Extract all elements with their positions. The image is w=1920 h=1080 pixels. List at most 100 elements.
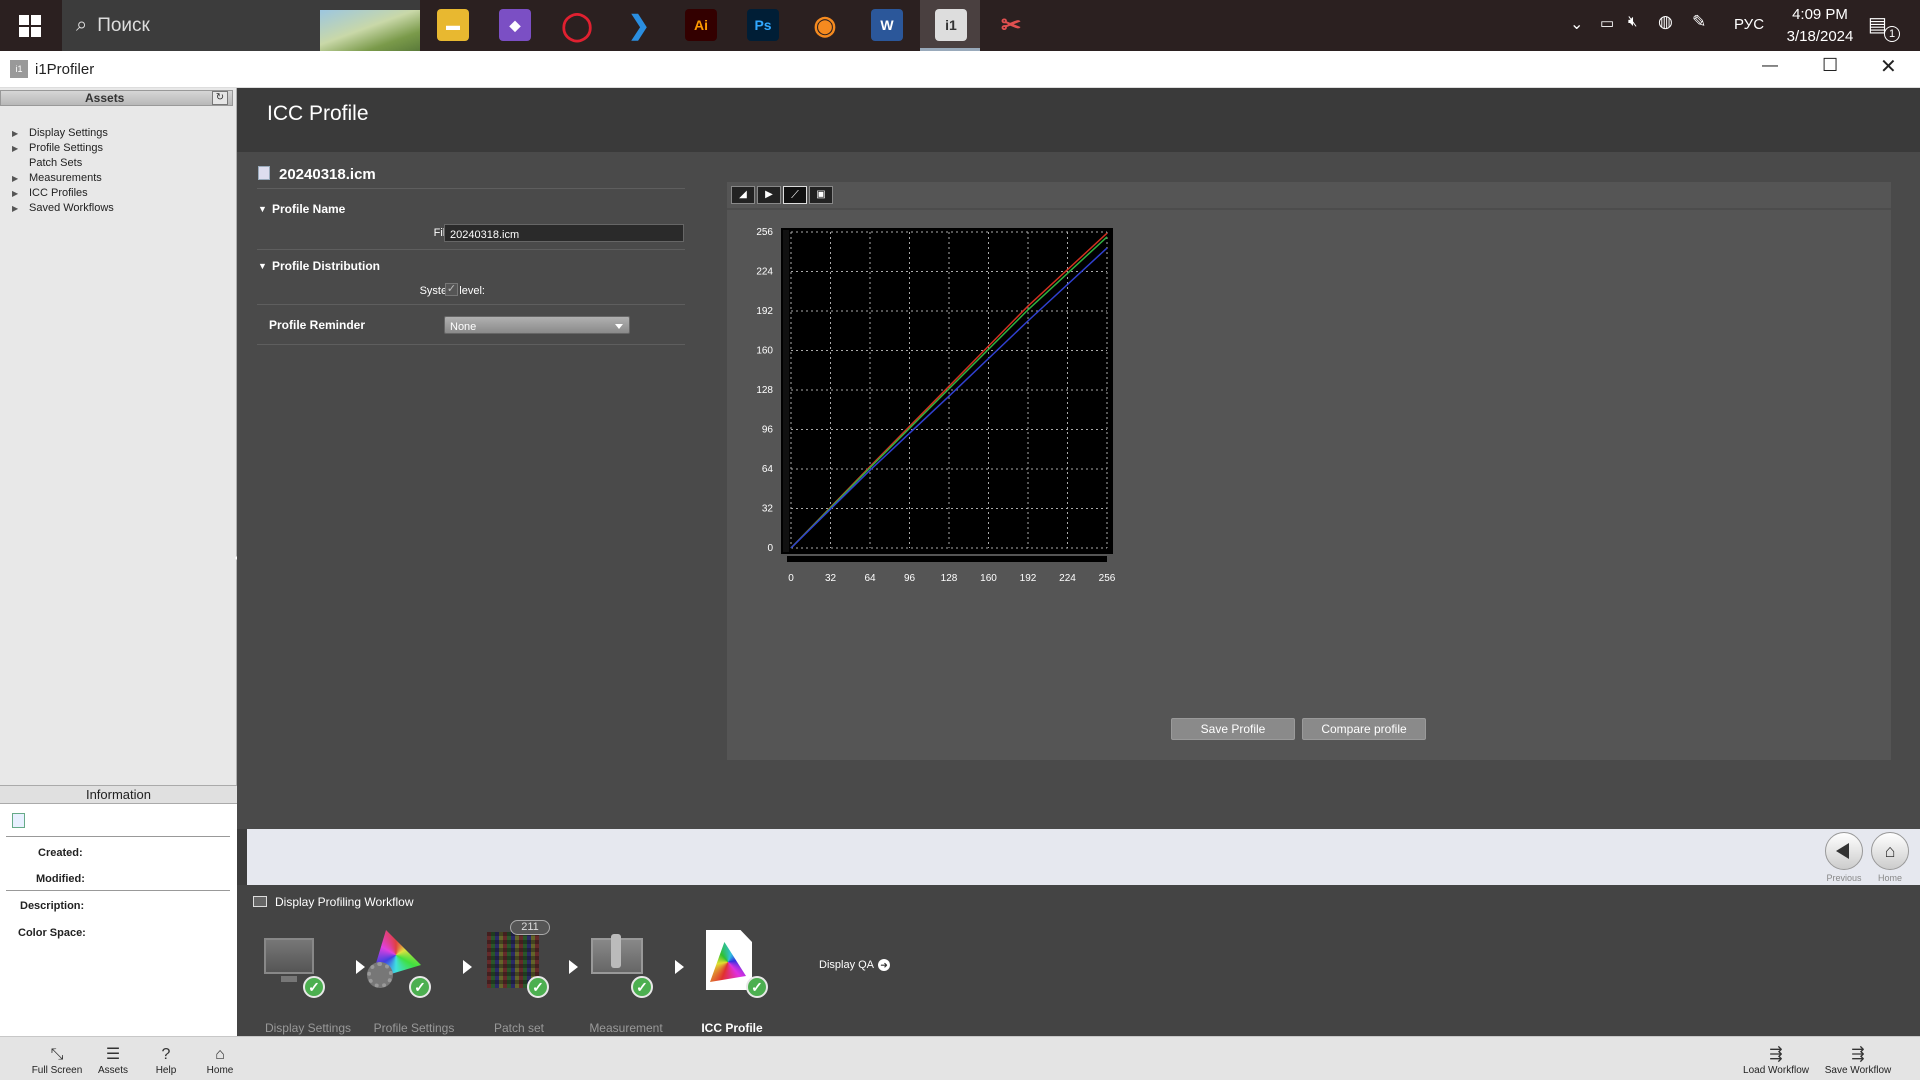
photoshop-icon[interactable]: Ps xyxy=(747,9,779,41)
display-qa-link[interactable]: Display QA xyxy=(819,959,874,971)
tree-item[interactable]: Patch Sets xyxy=(12,156,82,170)
compare-profile-button[interactable]: Compare profile xyxy=(1302,718,1426,740)
system-level-checkbox[interactable]: ✓ xyxy=(445,283,458,296)
step-icc-profile[interactable]: ✓ xyxy=(702,930,768,998)
file-name-value: 20240318.icm xyxy=(450,229,520,241)
save-workflow-button[interactable]: ⇶ Save Workflow xyxy=(1820,1045,1896,1076)
step-display-settings[interactable]: ✓ xyxy=(259,930,325,998)
step-measurement[interactable]: ✓ xyxy=(587,930,653,998)
information-panel: Information Created: Modified: Descripti… xyxy=(0,785,237,1036)
step-profile-settings[interactable]: ✓ xyxy=(365,930,431,998)
expand-arrow-icon: ▶ xyxy=(12,144,19,153)
snipping-tool-icon[interactable]: ✂ xyxy=(995,9,1027,41)
file-name-field[interactable]: 20240318.icm xyxy=(444,224,684,242)
graph-toolbar: ◢ ▶ ⟋ ▣ xyxy=(731,186,835,204)
visual-studio-icon[interactable]: ◆ xyxy=(499,9,531,41)
illustrator-icon[interactable]: Ai xyxy=(685,9,717,41)
home-button[interactable]: ⌂ Home xyxy=(200,1045,240,1076)
tree-item-label: Profile Settings xyxy=(29,142,103,154)
search-highlight-image xyxy=(320,10,420,51)
vscode-icon[interactable]: ❯ xyxy=(623,9,655,41)
previous-label: Previous xyxy=(1826,873,1862,883)
clock-time[interactable]: 4:09 PM xyxy=(1760,6,1880,23)
fullscreen-button[interactable]: ⤡ Full Screen xyxy=(30,1045,84,1076)
check-icon: ✓ xyxy=(527,976,549,998)
tree-item[interactable]: ▶ Saved Workflows xyxy=(12,201,114,215)
save-profile-button[interactable]: Save Profile xyxy=(1171,718,1295,740)
x-tick-label: 96 xyxy=(904,573,916,584)
step-patch-set[interactable]: 211 ✓ xyxy=(483,920,550,998)
x-tick-label: 128 xyxy=(941,573,958,584)
divider xyxy=(257,344,685,345)
file-explorer-icon[interactable]: ▬ xyxy=(437,9,469,41)
expand-triangle-icon[interactable]: ▼ xyxy=(258,261,267,271)
help-button[interactable]: ? Help xyxy=(146,1045,186,1076)
maximize-button[interactable]: ☐ xyxy=(1822,55,1838,76)
divider xyxy=(257,249,685,250)
notification-count: 1 xyxy=(1884,26,1900,42)
clock-date[interactable]: 3/18/2024 xyxy=(1760,28,1880,45)
colorspace-label: Color Space: xyxy=(18,927,86,939)
gamut-view-icon[interactable]: ◢ xyxy=(731,186,755,204)
start-button[interactable] xyxy=(0,0,60,51)
tree-item[interactable]: ▶ Profile Settings xyxy=(12,141,103,155)
y-tick-label: 64 xyxy=(762,464,774,475)
window-title: i1Profiler xyxy=(35,61,95,78)
step-arrow-icon xyxy=(675,960,684,974)
previous-button[interactable] xyxy=(1825,832,1863,870)
expand-triangle-icon[interactable]: ▼ xyxy=(258,204,267,214)
x-tick-label: 32 xyxy=(825,573,837,584)
pointer-view-icon[interactable]: ▶ xyxy=(757,186,781,204)
tree-item-label: Saved Workflows xyxy=(29,202,114,214)
word-icon[interactable]: W xyxy=(871,9,903,41)
profile-filename: 20240318.icm xyxy=(279,166,376,183)
assets-button[interactable]: ☰ Assets xyxy=(92,1045,134,1076)
opera-icon[interactable]: ◯ xyxy=(561,9,593,41)
check-icon: ✓ xyxy=(303,976,325,998)
assets-header: Assets ↻ xyxy=(0,90,233,106)
expand-arrow-icon: ▶ xyxy=(12,189,19,198)
step-arrow-icon xyxy=(569,960,578,974)
modified-label: Modified: xyxy=(36,873,85,885)
fullscreen-icon: ⤡ xyxy=(50,1046,64,1063)
tree-item-label: ICC Profiles xyxy=(29,187,88,199)
tree-item[interactable]: ▶ Display Settings xyxy=(12,126,108,140)
x-tick-label: 192 xyxy=(1020,573,1037,584)
workflow-title: Display Profiling Workflow xyxy=(275,895,414,909)
arrow-right-circle-icon[interactable]: ➜ xyxy=(878,959,890,971)
blender-icon[interactable]: ◉ xyxy=(809,9,841,41)
assets-title: Assets xyxy=(85,91,125,105)
curve-view-icon[interactable]: ⟋ xyxy=(783,186,807,204)
expand-arrow-icon: ▶ xyxy=(12,129,19,138)
created-label: Created: xyxy=(38,847,83,859)
tree-item[interactable]: ▶ Measurements xyxy=(12,171,102,185)
load-workflow-button[interactable]: ⇶ Load Workflow xyxy=(1738,1045,1814,1076)
taskbar-search[interactable]: ⌕ Поиск xyxy=(62,0,420,51)
battery-icon[interactable]: ▭ xyxy=(1600,14,1614,32)
network-icon[interactable]: ◍ xyxy=(1658,12,1673,32)
step-label-icc-profile: ICC Profile xyxy=(701,1021,763,1035)
refresh-icon[interactable]: ↻ xyxy=(212,91,228,105)
step-label-display-settings: Display Settings xyxy=(264,1021,352,1035)
home-nav-button[interactable]: ⌂ xyxy=(1871,832,1909,870)
x-tick-label: 64 xyxy=(864,573,876,584)
x-tick-label: 256 xyxy=(1099,573,1116,584)
image-view-icon[interactable]: ▣ xyxy=(809,186,833,204)
minimize-button[interactable]: — xyxy=(1762,57,1778,75)
close-button[interactable]: ✕ xyxy=(1880,54,1897,79)
step-label-measurement: Measurement xyxy=(589,1021,663,1035)
tree-item[interactable]: ▶ ICC Profiles xyxy=(12,186,88,200)
pen-icon[interactable]: ✎ xyxy=(1692,12,1706,32)
profile-file-icon xyxy=(258,166,270,180)
volume-muted-icon[interactable]: 🔇︎ xyxy=(1628,13,1637,30)
search-icon: ⌕ xyxy=(76,14,88,36)
workflow-nav-bar: Previous ⌂ Home xyxy=(247,829,1920,885)
search-input[interactable]: Поиск xyxy=(97,15,150,37)
x-tick-label: 160 xyxy=(980,573,997,584)
home-icon: ⌂ xyxy=(1884,840,1896,861)
tray-chevron-icon[interactable]: ⌄ xyxy=(1570,14,1583,34)
step-arrow-icon xyxy=(463,960,472,974)
profile-reminder-select[interactable]: None xyxy=(444,316,630,334)
x-tick-label: 224 xyxy=(1059,573,1076,584)
colorimeter-icon xyxy=(611,934,621,968)
